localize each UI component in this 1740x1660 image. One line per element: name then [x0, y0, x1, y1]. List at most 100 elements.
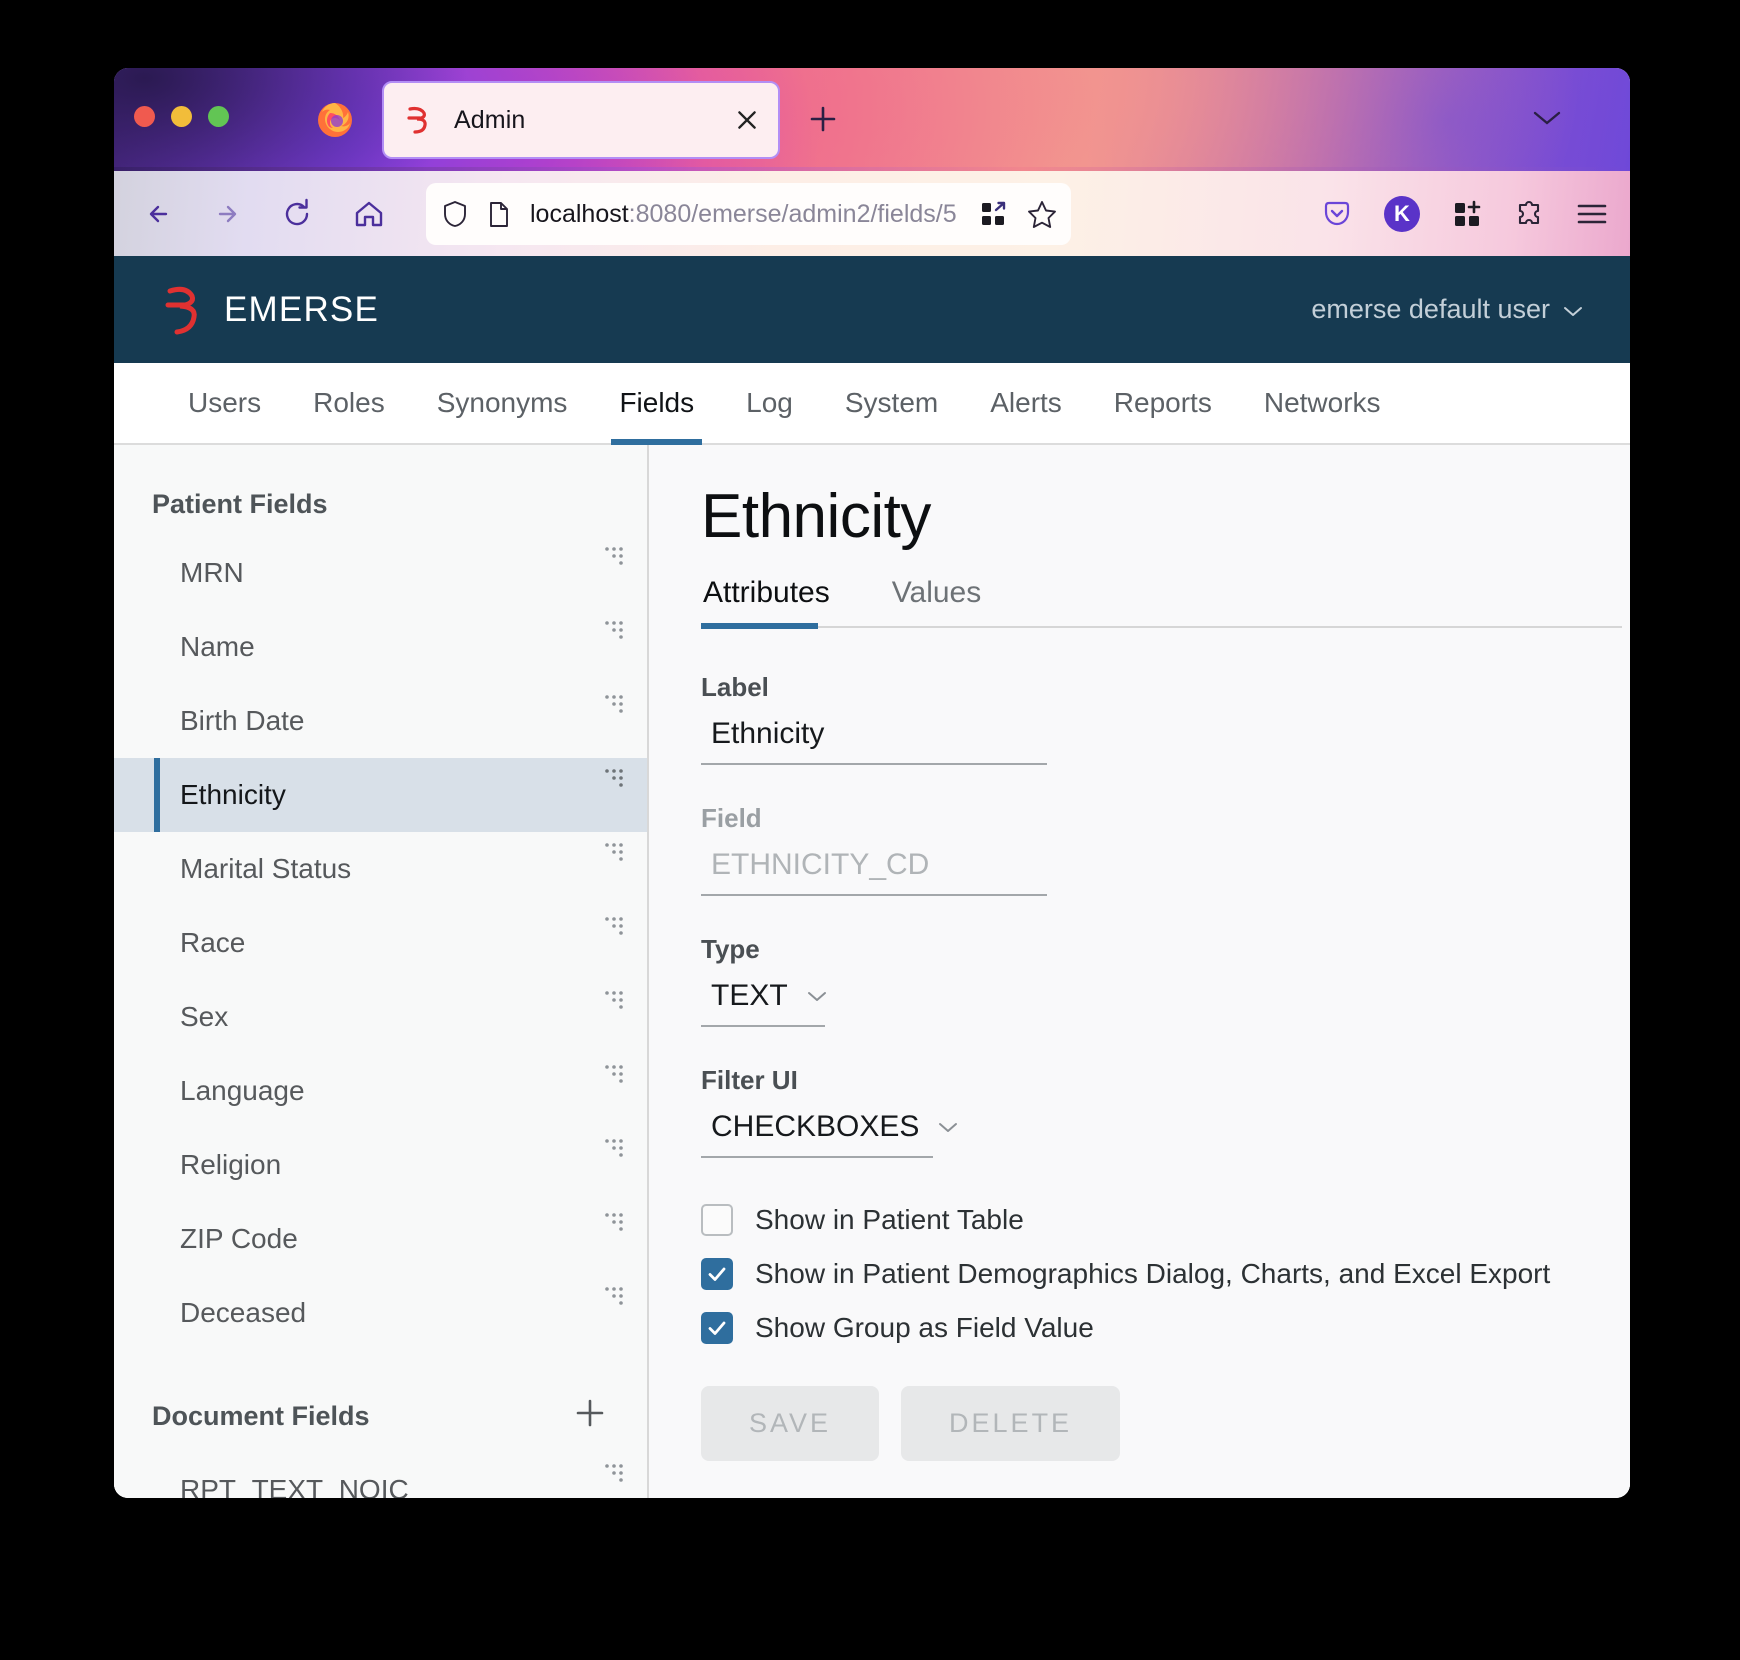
url-bar[interactable]: localhost:8080/emerse/admin2/fields/5	[426, 183, 1071, 245]
tab-list-chevron-down-icon[interactable]	[1530, 108, 1564, 133]
drag-handle-icon[interactable]	[603, 542, 625, 565]
url-text[interactable]: localhost:8080/emerse/admin2/fields/5	[530, 200, 957, 229]
browser-toolbar-right: K	[1322, 195, 1608, 232]
browser-tab-admin[interactable]: Admin	[382, 81, 780, 159]
new-tab-button[interactable]	[806, 102, 840, 136]
sidebar-item-language[interactable]: Language	[114, 1054, 647, 1128]
plus-icon[interactable]	[573, 1396, 607, 1437]
star-icon[interactable]	[1027, 199, 1057, 229]
tab-reports[interactable]: Reports	[1088, 363, 1238, 443]
sidebar-item-religion[interactable]: Religion	[114, 1128, 647, 1202]
close-icon[interactable]	[732, 105, 762, 135]
puzzle-icon[interactable]	[1514, 199, 1544, 229]
drag-handle-icon[interactable]	[603, 1060, 625, 1083]
sidebar-item-race[interactable]: Race	[114, 906, 647, 980]
tab-fields[interactable]: Fields	[593, 363, 720, 445]
minimize-window-button[interactable]	[171, 106, 192, 127]
arrow-left-icon[interactable]	[136, 191, 182, 237]
filter-ui-select-value: CHECKBOXES	[711, 1110, 920, 1143]
screen-root: Admin localhost:8080/emerse/admin2/field…	[0, 0, 1740, 1660]
brand[interactable]: EMERSE	[164, 283, 379, 337]
sidebar-item-label: Religion	[180, 1149, 282, 1180]
document-fields-heading-label: Document Fields	[152, 1401, 370, 1431]
checkbox-label: Show in Patient Demographics Dialog, Cha…	[755, 1258, 1551, 1289]
sidebar-item-rpt-text-noic[interactable]: RPT_TEXT_NOIC	[114, 1453, 647, 1498]
arrow-right-icon[interactable]	[204, 191, 250, 237]
label-caption: Label	[701, 672, 769, 702]
sidebar-item-label: Language	[180, 1075, 305, 1106]
checkbox-row-show-in-demographics[interactable]: Show in Patient Demographics Dialog, Cha…	[701, 1250, 1630, 1298]
tab-users[interactable]: Users	[162, 363, 287, 443]
drag-handle-icon[interactable]	[603, 616, 625, 639]
tab-log[interactable]: Log	[720, 363, 819, 443]
form-actions: SAVE DELETE	[701, 1386, 1630, 1461]
patient-fields-heading: Patient Fields	[114, 473, 647, 536]
close-window-button[interactable]	[134, 106, 155, 127]
drag-handle-icon[interactable]	[603, 690, 625, 713]
field-input[interactable]: ETHNICITY_CD	[701, 844, 1047, 896]
type-field-group: Type TEXT	[701, 934, 1630, 1027]
emerse-app: EMERSE emerse default user Users Roles S…	[114, 256, 1630, 1498]
user-menu[interactable]: emerse default user	[1311, 294, 1584, 325]
maximize-window-button[interactable]	[208, 106, 229, 127]
checkbox-row-show-group-as-field-value[interactable]: Show Group as Field Value	[701, 1304, 1630, 1352]
home-icon[interactable]	[346, 191, 392, 237]
drag-handle-icon[interactable]	[603, 986, 625, 1009]
field-caption: Field	[701, 803, 762, 833]
field-detail-pane: Ethnicity Attributes Values Label Ethnic…	[649, 445, 1630, 1498]
tab-system[interactable]: System	[819, 363, 964, 443]
drag-handle-icon[interactable]	[603, 912, 625, 935]
grid-arrow-icon[interactable]	[979, 200, 1007, 228]
drag-handle-icon[interactable]	[603, 764, 625, 787]
browser-tab-strip: Admin	[114, 68, 1630, 171]
page-icon[interactable]	[488, 201, 510, 228]
hamburger-menu-icon[interactable]	[1576, 201, 1608, 227]
sidebar-item-name[interactable]: Name	[114, 610, 647, 684]
drag-handle-icon[interactable]	[603, 1208, 625, 1231]
drag-handle-icon[interactable]	[603, 1134, 625, 1157]
checkbox-show-in-patient-table[interactable]	[701, 1204, 733, 1236]
sidebar-item-zip-code[interactable]: ZIP Code	[114, 1202, 647, 1276]
checkbox-row-show-in-patient-table[interactable]: Show in Patient Table	[701, 1196, 1630, 1244]
pocket-icon[interactable]	[1322, 199, 1352, 229]
delete-button[interactable]: DELETE	[901, 1386, 1121, 1461]
sidebar-item-label: MRN	[180, 557, 244, 588]
drag-handle-icon[interactable]	[603, 1282, 625, 1305]
sidebar-item-ethnicity[interactable]: Ethnicity	[114, 758, 647, 832]
body-split: Patient Fields MRN Name Birth Date Ethni…	[114, 445, 1630, 1498]
tab-attributes[interactable]: Attributes	[701, 566, 854, 629]
extensions-grid-icon[interactable]	[1452, 199, 1482, 229]
tab-roles[interactable]: Roles	[287, 363, 411, 443]
url-host: localhost	[530, 199, 629, 228]
label-input[interactable]: Ethnicity	[701, 713, 1047, 765]
drag-handle-icon[interactable]	[603, 1459, 625, 1482]
url-bar-icons	[979, 199, 1057, 229]
filter-ui-select[interactable]: CHECKBOXES	[701, 1106, 958, 1158]
emerse-logo-icon	[164, 283, 206, 337]
filter-ui-caption: Filter UI	[701, 1065, 798, 1095]
tab-synonyms[interactable]: Synonyms	[411, 363, 594, 443]
reload-icon[interactable]	[274, 191, 320, 237]
checkbox-show-in-demographics[interactable]	[701, 1258, 733, 1290]
sidebar-item-marital-status[interactable]: Marital Status	[114, 832, 647, 906]
sidebar-item-birth-date[interactable]: Birth Date	[114, 684, 647, 758]
document-fields-heading: Document Fields	[114, 1350, 647, 1453]
sidebar-item-mrn[interactable]: MRN	[114, 536, 647, 610]
drag-handle-icon[interactable]	[603, 838, 625, 861]
sidebar-item-sex[interactable]: Sex	[114, 980, 647, 1054]
checkbox-show-group-as-field-value[interactable]	[701, 1312, 733, 1344]
account-avatar[interactable]: K	[1384, 195, 1420, 232]
tab-alerts[interactable]: Alerts	[964, 363, 1088, 443]
save-button[interactable]: SAVE	[701, 1386, 880, 1461]
tab-values[interactable]: Values	[890, 566, 1006, 626]
browser-tab-title: Admin	[454, 105, 526, 134]
fields-sidebar: Patient Fields MRN Name Birth Date Ethni…	[114, 445, 649, 1498]
sidebar-item-deceased[interactable]: Deceased	[114, 1276, 647, 1350]
tab-networks[interactable]: Networks	[1238, 363, 1407, 443]
attributes-form: Label Ethnicity Field ETHNICITY_CD Type …	[701, 628, 1630, 1461]
checkbox-label: Show Group as Field Value	[755, 1312, 1094, 1343]
chevron-down-icon	[1562, 294, 1584, 325]
url-path: :8080/emerse/admin2/fields/5	[628, 199, 957, 228]
shield-icon[interactable]	[442, 200, 468, 228]
type-select[interactable]: TEXT	[701, 975, 826, 1027]
